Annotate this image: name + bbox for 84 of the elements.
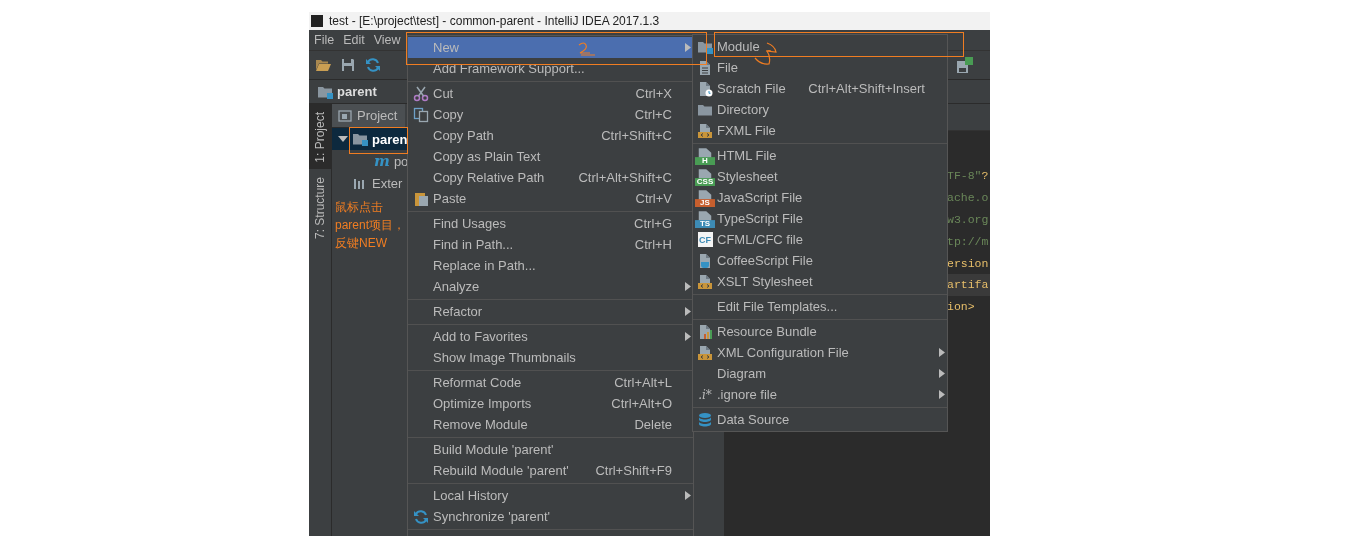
menu-item[interactable]: Copy as Plain Text — [408, 146, 693, 167]
app-icon — [311, 15, 323, 27]
file-type-icon: TS — [695, 209, 715, 228]
cup-file-icon — [697, 252, 713, 269]
code-line: ion> — [947, 300, 975, 314]
menu-item[interactable]: Edit File Templates... — [693, 296, 947, 317]
menu-item[interactable]: CoffeeScript File — [693, 250, 947, 271]
menu-item[interactable]: Paste Ctrl+V — [408, 188, 693, 209]
menu-item[interactable]: Diagram — [693, 363, 947, 384]
breadcrumb-item[interactable]: parent — [337, 84, 377, 99]
scissors-icon — [412, 85, 429, 102]
bar-chart-file-icon — [697, 323, 713, 340]
annotation-text: 鼠标点击parent项目，反键NEW — [335, 199, 407, 252]
file-type-icon: H — [695, 146, 715, 165]
file-type-icon: CF — [697, 232, 713, 247]
menu-item[interactable]: Data Source — [693, 409, 947, 430]
menu-item[interactable]: TS TypeScript File — [693, 208, 947, 229]
database-icon — [697, 411, 713, 428]
xml-file-icon — [697, 344, 713, 361]
code-line: tp://m — [947, 234, 989, 248]
maven-file-icon: m — [374, 152, 390, 170]
menu-bar-item[interactable]: View — [373, 33, 401, 47]
xml-file-icon — [697, 273, 713, 290]
menu-item[interactable]: Resource Bundle — [693, 321, 947, 342]
menu-item[interactable]: Directory — [693, 99, 947, 120]
menu-item[interactable]: Reformat Code Ctrl+Alt+L — [408, 372, 693, 393]
menu-item[interactable]: Copy Relative Path Ctrl+Alt+Shift+C — [408, 167, 693, 188]
file-type-icon: .i* — [698, 387, 712, 402]
menu-item[interactable]: .i* .ignore file — [693, 384, 947, 405]
menu-item[interactable]: Local History — [408, 485, 693, 506]
menu-item[interactable]: Copy Ctrl+C — [408, 104, 693, 125]
menu-item[interactable]: Replace in Path... — [408, 255, 693, 276]
menu-item[interactable]: Optimize Imports Ctrl+Alt+O — [408, 393, 693, 414]
file-type-icon: JS — [695, 188, 715, 207]
menu-item[interactable]: Copy Path Ctrl+Shift+C — [408, 125, 693, 146]
annotation-box — [349, 127, 408, 154]
file-clock-icon — [697, 80, 713, 97]
module-folder-icon — [352, 131, 368, 147]
menu-item[interactable]: Remove Module Delete — [408, 414, 693, 435]
menu-item[interactable]: Rebuild Module 'parent' Ctrl+Shift+F9 — [408, 460, 693, 481]
project-icon — [338, 108, 352, 123]
menu-item[interactable]: Find in Path... Ctrl+H — [408, 234, 693, 255]
code-line: TF-8"? — [947, 169, 989, 182]
expand-arrow-icon[interactable] — [338, 134, 348, 144]
code-line: artifa — [947, 278, 989, 292]
copy-icon — [412, 106, 429, 123]
menu-item[interactable]: Add to Favorites — [408, 326, 693, 347]
menu-item[interactable]: File — [693, 57, 947, 78]
menu-bar-item[interactable]: File — [314, 33, 335, 47]
code-line: ache.o — [947, 190, 989, 204]
sync-icon — [412, 508, 429, 525]
tool-window-button[interactable]: 7: Structure — [309, 168, 331, 245]
menu-item[interactable]: Show Image Thumbnails — [408, 347, 693, 368]
code-line: ersion — [947, 256, 989, 270]
code-line: w3.org — [947, 212, 989, 226]
menu-item[interactable]: JS JavaScript File — [693, 187, 947, 208]
menu-item[interactable]: FXML File — [693, 120, 947, 141]
menu-item[interactable]: H HTML File — [693, 145, 947, 166]
file-icon — [697, 59, 713, 76]
menu-bar-item[interactable]: Edit — [343, 33, 365, 47]
menu-item[interactable]: Build Module 'parent' — [408, 439, 693, 460]
file-type-icon: CSS — [695, 167, 715, 186]
menu-item[interactable]: CSS Stylesheet — [693, 166, 947, 187]
menu-item[interactable]: Synchronize 'parent' — [408, 506, 693, 527]
clipboard-icon — [412, 190, 429, 207]
save-icon[interactable] — [340, 57, 356, 73]
project-tab[interactable]: Project — [332, 104, 406, 127]
annotation-scribble — [577, 42, 597, 56]
window-title: test - [E:\project\test] - common-parent - IntelliJ IDEA 2017.1.3 — [329, 14, 660, 28]
menu-item[interactable]: CF CFML/CFC file — [693, 229, 947, 250]
xml-file-icon — [697, 122, 713, 139]
tree-item[interactable]: Exter — [372, 175, 403, 191]
tool-window-button[interactable]: 1: Project — [309, 104, 331, 169]
menu-item[interactable]: Refactor — [408, 301, 693, 322]
menu-item[interactable]: Module — [693, 36, 947, 57]
menu-item[interactable]: XML Configuration File — [693, 342, 947, 363]
menu-item[interactable]: Find Usages Ctrl+G — [408, 213, 693, 234]
save-icon[interactable] — [956, 56, 974, 74]
menu-item[interactable]: XSLT Stylesheet — [693, 271, 947, 292]
menu-item[interactable]: Analyze — [408, 276, 693, 297]
menu-item[interactable]: Cut Ctrl+X — [408, 83, 693, 104]
sync-icon[interactable] — [365, 57, 381, 73]
menu-item[interactable]: Scratch File Ctrl+Alt+Shift+Insert — [693, 78, 947, 99]
open-folder-icon[interactable] — [315, 57, 331, 73]
